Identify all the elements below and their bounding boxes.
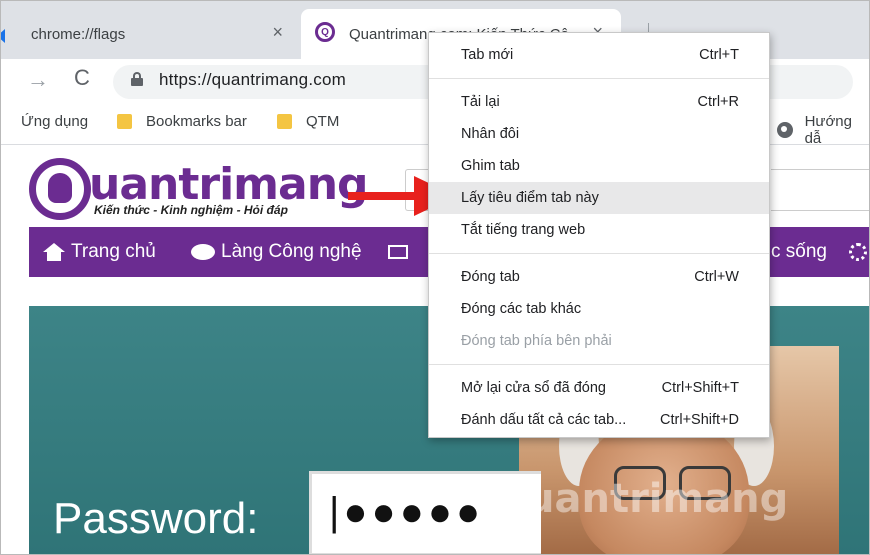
menu-label: Nhân đôi (461, 126, 520, 142)
home-icon (43, 243, 65, 261)
menu-close-tab[interactable]: Đóng tab Ctrl+W (429, 261, 769, 293)
menu-close-other-tabs[interactable]: Đóng các tab khác (429, 293, 769, 325)
menu-label: Đóng tab (461, 269, 520, 285)
menu-separator (429, 78, 769, 79)
bookmark-huong-dan[interactable]: Hướng dẫ (777, 113, 869, 147)
menu-label: Mở lại cửa sổ đã đóng (461, 380, 606, 396)
bookmark-label: Hướng dẫ (804, 113, 852, 147)
watermark-icon (491, 479, 527, 515)
logo-tagline: Kiến thức - Kinh nghiệm - Hỏi đáp (94, 203, 288, 217)
menu-shortcut: Ctrl+Shift+D (660, 412, 739, 428)
menu-focus-this-tab[interactable]: Lấy tiêu điểm tab này (429, 182, 769, 214)
watermark: uantrimang (526, 476, 789, 522)
hero-password-label: Password: (53, 494, 259, 543)
lock-icon[interactable] (131, 72, 143, 86)
reload-icon[interactable]: C (74, 65, 90, 91)
menu-separator (429, 253, 769, 254)
bookmark-qtm[interactable]: QTM (277, 113, 339, 130)
nav-tech[interactable]: Làng Công nghệ (191, 241, 408, 263)
menu-label: Đánh dấu tất cả các tab... (461, 412, 627, 428)
chat-icon (191, 244, 215, 260)
bookmark-apps[interactable]: Ứng dụng (21, 113, 88, 130)
menu-label: Đóng các tab khác (461, 301, 582, 317)
tab-favicon-icon (1, 29, 5, 43)
tab-context-menu: Tab mới Ctrl+T Tải lại Ctrl+R Nhân đôi G… (428, 32, 770, 438)
nav-label: Làng Công nghệ (221, 241, 362, 262)
tab-flags[interactable]: chrome://flags × (1, 9, 301, 59)
menu-label: Tải lại (461, 94, 500, 110)
bookmark-label: QTM (306, 113, 340, 130)
url-text[interactable]: https://quantrimang.com (159, 70, 346, 90)
menu-mute-site[interactable]: Tắt tiếng trang web (429, 214, 769, 246)
menu-reload[interactable]: Tải lại Ctrl+R (429, 86, 769, 118)
menu-pin-tab[interactable]: Ghim tab (429, 150, 769, 182)
quantrimang-favicon-icon: Q (315, 22, 335, 42)
nav-life[interactable]: c sống (771, 241, 867, 263)
menu-duplicate[interactable]: Nhân đôi (429, 118, 769, 150)
menu-label: Ghim tab (461, 158, 520, 174)
search-input-right[interactable] (771, 169, 869, 211)
logo-q-icon[interactable] (29, 158, 91, 220)
nav-label: Trang chủ (71, 241, 156, 262)
tab-title: chrome://flags (31, 25, 126, 43)
menu-label: Đóng tab phía bên phải (461, 333, 612, 349)
nav-label: c sống (771, 241, 827, 262)
browser-window: chrome://flags × Q Quantrimang.com: Kiến… (0, 0, 870, 555)
menu-new-tab[interactable]: Tab mới Ctrl+T (429, 39, 769, 71)
menu-shortcut: Ctrl+R (697, 94, 740, 110)
nav-home[interactable]: Trang chủ (43, 241, 156, 263)
bookmark-bookmarks-bar[interactable]: Bookmarks bar (117, 113, 247, 130)
menu-shortcut: Ctrl+W (694, 269, 739, 285)
globe-icon (777, 122, 793, 138)
close-icon[interactable]: × (272, 22, 283, 43)
menu-label: Lấy tiêu điểm tab này (461, 190, 599, 206)
bookmark-label: Bookmarks bar (146, 113, 247, 130)
hero-password-dots: |●●●●● (329, 490, 485, 534)
menu-label: Tắt tiếng trang web (461, 222, 586, 238)
menu-reopen-closed-window[interactable]: Mở lại cửa sổ đã đóng Ctrl+Shift+T (429, 372, 769, 404)
folder-icon (117, 114, 132, 129)
menu-shortcut: Ctrl+T (699, 47, 739, 63)
menu-separator (429, 364, 769, 365)
bookmark-label: Ứng dụng (21, 113, 89, 130)
forward-arrow-icon[interactable]: → (27, 67, 49, 93)
monitor-icon (387, 245, 408, 259)
menu-shortcut: Ctrl+Shift+T (661, 380, 739, 396)
gear-icon (848, 243, 867, 261)
menu-label: Tab mới (461, 47, 514, 63)
menu-bookmark-all-tabs[interactable]: Đánh dấu tất cả các tab... Ctrl+Shift+D (429, 404, 769, 436)
menu-close-tabs-right: Đóng tab phía bên phải (429, 325, 769, 357)
folder-icon (277, 114, 292, 129)
